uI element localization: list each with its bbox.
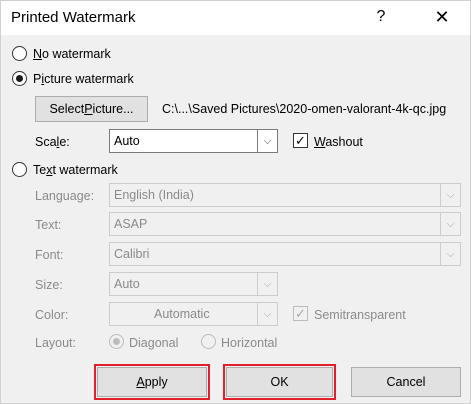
language-combo[interactable]: English (India) ⌵ [109, 183, 461, 207]
close-icon[interactable]: ✕ [430, 5, 454, 29]
no-watermark-radio[interactable] [12, 46, 27, 61]
picture-watermark-label: Picture watermark [33, 72, 134, 86]
size-label: Size: [35, 278, 63, 292]
language-value: English (India) [114, 188, 194, 202]
scale-value: Auto [114, 134, 140, 148]
cancel-button[interactable]: Cancel [351, 367, 461, 397]
layout-horizontal-radio[interactable] [201, 334, 216, 349]
font-value: Calibri [114, 247, 150, 261]
dialog-title: Printed Watermark [11, 9, 136, 26]
washout-checkbox[interactable]: ✓ [293, 133, 308, 148]
color-label: Color: [35, 308, 69, 322]
size-combo[interactable]: Auto ⌵ [109, 272, 278, 296]
help-icon[interactable]: ? [369, 5, 393, 29]
chevron-down-icon[interactable]: ⌵ [257, 273, 277, 295]
color-value: Automatic [154, 307, 210, 321]
chevron-down-icon[interactable]: ⌵ [440, 243, 460, 265]
layout-diagonal-label: Diagonal [129, 336, 179, 350]
text-value: ASAP [114, 217, 148, 231]
text-label: Text: [35, 218, 62, 232]
text-watermark-label: Text watermark [33, 163, 118, 177]
apply-highlight [94, 364, 210, 400]
color-combo[interactable]: Automatic ⌵ [109, 302, 278, 326]
font-label: Font: [35, 248, 64, 262]
washout-label: Washout [314, 135, 363, 149]
layout-horizontal-label: Horizontal [221, 336, 278, 350]
language-label: Language: [35, 189, 95, 203]
select-picture-button[interactable]: Select Picture... [35, 96, 148, 122]
picture-watermark-radio[interactable] [12, 71, 27, 86]
semitransparent-label: Semitransparent [314, 308, 406, 322]
scale-combo[interactable]: Auto ⌵ [109, 129, 278, 153]
size-value: Auto [114, 277, 140, 291]
chevron-down-icon[interactable]: ⌵ [440, 213, 460, 235]
scale-label: Scale: [35, 135, 70, 149]
text-combo[interactable]: ASAP ⌵ [109, 212, 461, 236]
printed-watermark-dialog: Printed Watermark ? ✕ No watermark Pictu… [0, 0, 471, 404]
chevron-down-icon[interactable]: ⌵ [257, 303, 277, 325]
text-watermark-radio[interactable] [12, 162, 27, 177]
layout-label: Layout: [35, 336, 77, 350]
title-bar: Printed Watermark ? ✕ [1, 1, 470, 35]
chevron-down-icon[interactable]: ⌵ [257, 130, 277, 152]
layout-diagonal-radio[interactable] [109, 334, 124, 349]
no-watermark-label: No watermark [33, 47, 111, 61]
ok-highlight [223, 364, 336, 400]
font-combo[interactable]: Calibri ⌵ [109, 242, 461, 266]
semitransparent-checkbox[interactable]: ✓ [293, 306, 308, 321]
picture-path: C:\...\Saved Pictures\2020-omen-valorant… [162, 102, 447, 116]
chevron-down-icon[interactable]: ⌵ [440, 184, 460, 206]
